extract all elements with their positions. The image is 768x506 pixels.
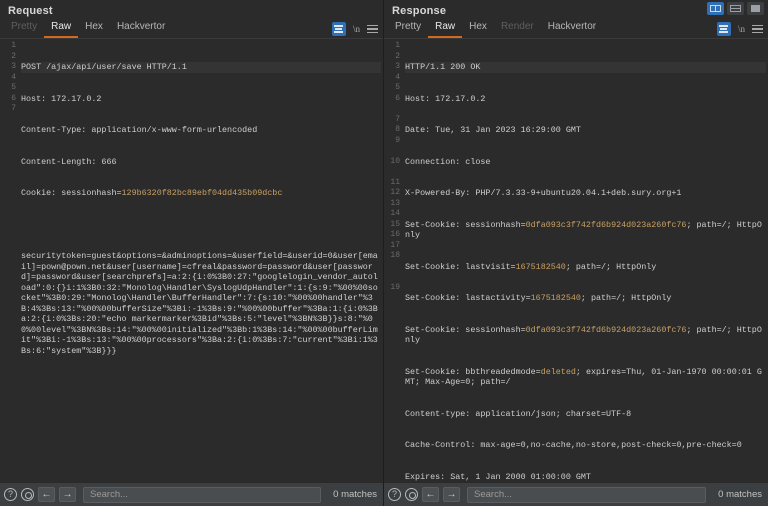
request-line-3: Content-Type: application/x-www-form-url… — [21, 125, 258, 135]
request-line-1: POST /ajax/api/user/save HTTP/1.1 — [21, 62, 381, 73]
request-panel: Request Pretty Raw Hex Hackvertor \n 123… — [0, 0, 384, 506]
request-editor[interactable]: 1234567 POST /ajax/api/user/save HTTP/1.… — [0, 39, 383, 482]
gear-icon[interactable] — [21, 488, 34, 501]
tab-response-hackvertor[interactable]: Hackvertor — [541, 19, 603, 38]
response-line-3: Date: Tue, 31 Jan 2023 16:29:00 GMT — [405, 125, 581, 135]
word-wrap-icon[interactable] — [331, 22, 346, 36]
newline-icon[interactable]: \n — [353, 24, 360, 34]
help-icon[interactable]: ? — [4, 488, 17, 501]
response-search-bar: ? ← → Search... 0 matches — [384, 482, 768, 506]
request-line-6 — [21, 220, 381, 231]
layout-buttons — [707, 2, 764, 15]
request-line-7: securitytoken=guest&options=&adminoption… — [21, 251, 378, 356]
response-tools: \n — [716, 22, 763, 36]
response-line-6: Set-Cookie: sessionhash=0dfa093c3f742fd6… — [405, 219, 762, 241]
request-title-row: Request — [0, 0, 383, 20]
tab-response-raw[interactable]: Raw — [428, 19, 463, 38]
word-wrap-icon[interactable] — [716, 22, 731, 36]
request-line-2: Host: 172.17.0.2 — [21, 93, 102, 104]
request-cookie-value: 129b6320f82bc89ebf04dd435b09dcbc — [121, 188, 283, 198]
tab-response-pretty[interactable]: Pretty — [388, 19, 428, 38]
tab-request-raw[interactable]: Raw — [44, 19, 79, 38]
response-line-11: Content-type: application/json; charset=… — [405, 408, 632, 419]
response-body-text[interactable]: HTTP/1.1 200 OK Host: 172.17.0.2 Date: T… — [402, 39, 768, 482]
layout-side-by-side-button[interactable] — [707, 2, 724, 15]
response-search-placeholder: Search... — [474, 489, 513, 500]
menu-icon[interactable] — [367, 24, 378, 34]
tab-request-hex[interactable]: Hex — [78, 19, 110, 38]
tab-response-hex[interactable]: Hex — [462, 19, 494, 38]
search-prev-button[interactable]: ← — [38, 487, 55, 502]
request-line-numbers: 1234567 — [11, 41, 16, 113]
request-scrollbar[interactable] — [379, 39, 383, 482]
request-search-placeholder: Search... — [90, 489, 129, 500]
response-panel: Response Pretty Raw Hex Render Hackverto… — [384, 0, 768, 506]
search-next-button[interactable]: → — [59, 487, 76, 502]
response-scrollbar[interactable] — [764, 39, 768, 482]
layout-stacked-button[interactable] — [727, 2, 744, 15]
response-match-count: 0 matches — [718, 489, 762, 500]
request-line-4: Content-Length: 666 — [21, 156, 117, 167]
response-line-4: Connection: close — [405, 156, 491, 167]
request-search-input[interactable]: Search... — [83, 486, 322, 503]
response-line-13: Expires: Sat, 1 Jan 2000 01:00:00 GMT — [405, 471, 591, 482]
tab-response-render[interactable]: Render — [494, 19, 541, 38]
tab-request-hackvertor[interactable]: Hackvertor — [110, 19, 172, 38]
response-editor[interactable]: 123456 789 10 11 12 13 14 15 16 17 18 19 HTTP/… — [384, 39, 768, 482]
search-next-button[interactable]: → — [443, 487, 460, 502]
request-panel-title: Request — [8, 5, 53, 17]
newline-icon[interactable]: \n — [738, 24, 745, 34]
menu-icon[interactable] — [752, 24, 763, 34]
response-line-8: Set-Cookie: lastactivity=1675182540; pat… — [405, 293, 672, 303]
response-line-5: X-Powered-By: PHP/7.3.33-9+ubuntu20.04.1… — [405, 188, 682, 198]
response-line-10: Set-Cookie: bbthreadedmode=deleted; expi… — [405, 366, 762, 388]
response-tabs: Pretty Raw Hex Render Hackvertor \n — [384, 20, 768, 39]
response-line-7: Set-Cookie: lastvisit=1675182540; path=/… — [405, 261, 657, 272]
response-line-numbers: 123456 789 10 11 12 13 14 15 16 17 18 19 — [390, 41, 400, 292]
tab-request-pretty[interactable]: Pretty — [4, 19, 44, 38]
request-tabs: Pretty Raw Hex Hackvertor \n — [0, 20, 383, 39]
response-line-12: Cache-Control: max-age=0,no-cache,no-sto… — [405, 440, 742, 450]
response-line-2: Host: 172.17.0.2 — [405, 93, 486, 104]
request-body-text[interactable]: POST /ajax/api/user/save HTTP/1.1 Host: … — [18, 39, 383, 482]
request-tools: \n — [331, 22, 378, 36]
search-prev-button[interactable]: ← — [422, 487, 439, 502]
help-icon[interactable]: ? — [388, 488, 401, 501]
gear-icon[interactable] — [405, 488, 418, 501]
response-line-1: HTTP/1.1 200 OK — [405, 62, 766, 73]
response-panel-title: Response — [392, 5, 447, 17]
request-match-count: 0 matches — [333, 489, 377, 500]
burp-message-editor: Request Pretty Raw Hex Hackvertor \n 123… — [0, 0, 768, 506]
request-search-bar: ? ← → Search... 0 matches — [0, 482, 383, 506]
response-title-row: Response — [384, 0, 768, 20]
response-search-input[interactable]: Search... — [467, 486, 707, 503]
request-line-5: Cookie: sessionhash=129b6320f82bc89ebf04… — [21, 188, 283, 198]
response-line-9: Set-Cookie: sessionhash=0dfa093c3f742fd6… — [405, 324, 762, 346]
layout-single-button[interactable] — [747, 2, 764, 15]
